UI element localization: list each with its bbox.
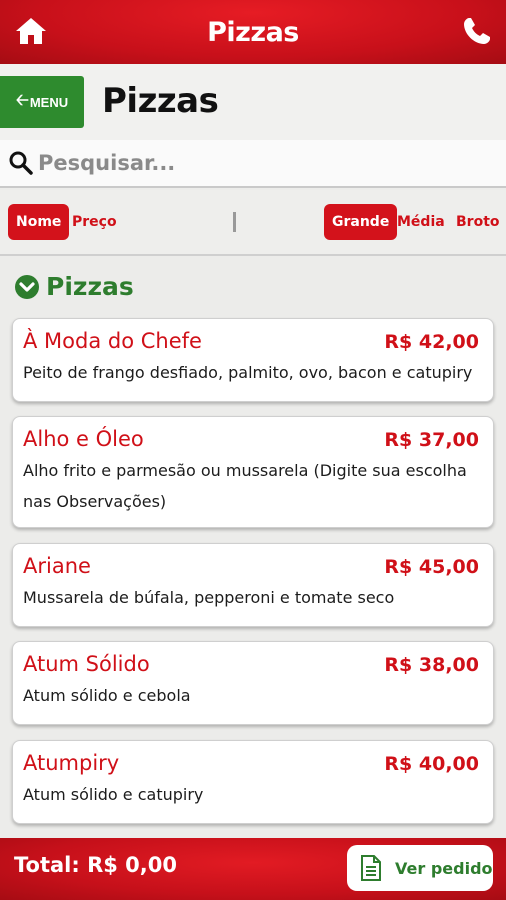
- menu-button-label: MENU: [29, 94, 69, 110]
- sort-nome[interactable]: Nome: [8, 204, 70, 240]
- search-input[interactable]: [38, 143, 478, 183]
- home-icon[interactable]: [14, 16, 48, 46]
- product-description: Atum sólido e catupiry: [23, 785, 204, 804]
- product-card[interactable]: Alho e Óleo R$ 37,00 Alho frito e parmes…: [12, 416, 494, 528]
- document-icon: [361, 855, 381, 881]
- category-title: Pizzas: [46, 272, 134, 301]
- view-order-label: Ver pedido: [395, 858, 493, 878]
- filter-divider: [233, 212, 236, 232]
- chevron-down-icon: [15, 274, 39, 299]
- search-icon: [9, 151, 33, 175]
- product-price: R$ 37,00: [384, 429, 479, 451]
- category-header[interactable]: Pizzas: [14, 272, 134, 301]
- arrow-left-icon: 🡠: [15, 91, 29, 109]
- page-header: 🡠 MENU Pizzas: [0, 64, 506, 140]
- product-price: R$ 42,00: [384, 331, 479, 353]
- view-order-button[interactable]: Ver pedido: [347, 845, 493, 891]
- header-title: Pizzas: [207, 16, 299, 48]
- page-title: Pizzas: [102, 81, 219, 121]
- product-card[interactable]: À Moda do Chefe R$ 42,00 Peito de frango…: [12, 318, 494, 402]
- sort-preco[interactable]: Preço: [72, 204, 117, 240]
- product-card[interactable]: Atumpiry R$ 40,00 Atum sólido e catupiry: [12, 740, 494, 824]
- footer-bar: Total: R$ 0,00 Ver pedido: [0, 838, 506, 900]
- size-broto[interactable]: Broto: [456, 204, 500, 240]
- size-grande[interactable]: Grande: [324, 204, 398, 240]
- menu-button[interactable]: 🡠 MENU: [0, 76, 84, 128]
- product-description: Alho frito e parmesão ou mussarela (Digi…: [23, 461, 467, 511]
- phone-icon[interactable]: [462, 16, 492, 46]
- order-total: Total: R$ 0,00: [14, 853, 177, 877]
- search-bar: [0, 140, 506, 188]
- size-media[interactable]: Média: [397, 204, 445, 240]
- product-price: R$ 45,00: [384, 556, 479, 578]
- app-header: Pizzas: [0, 0, 506, 64]
- product-price: R$ 40,00: [384, 753, 479, 775]
- product-description: Peito de frango desfiado, palmito, ovo, …: [23, 363, 473, 382]
- product-description: Atum sólido e cebola: [23, 686, 191, 705]
- product-card[interactable]: Atum Sólido R$ 38,00 Atum sólido e cebol…: [12, 641, 494, 725]
- product-card[interactable]: Ariane R$ 45,00 Mussarela de búfala, pep…: [12, 543, 494, 627]
- product-description: Mussarela de búfala, pepperoni e tomate …: [23, 588, 395, 607]
- filter-bar: Nome Preço Grande Média Broto: [0, 190, 506, 256]
- product-price: R$ 38,00: [384, 654, 479, 676]
